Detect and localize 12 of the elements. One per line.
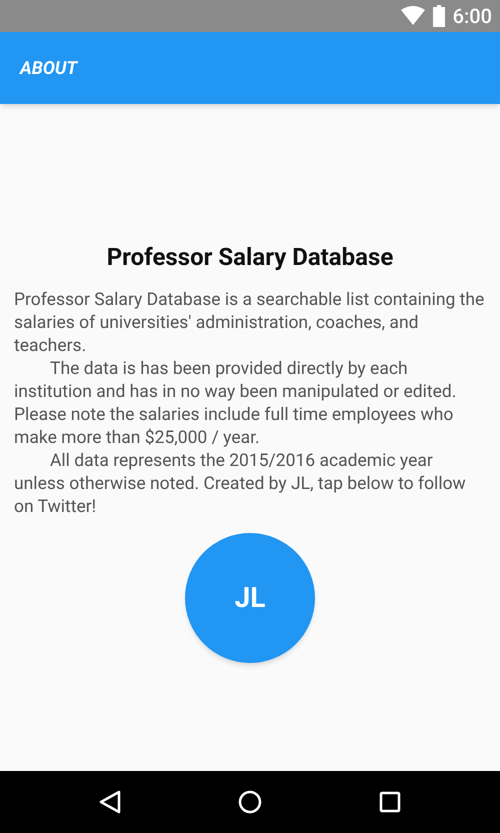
description-paragraph: All data represents the 2015/2016 academic year unless otherwise noted. Created by JL, tap below to follow on Twitter!	[14, 450, 467, 519]
page-heading: Professor Salary Database	[106, 242, 394, 273]
description-paragraph: Professor Salary Database is a searchable list containing the salaries of universities' administration, coaches, and teachers.	[14, 289, 486, 358]
home-icon[interactable]	[238, 790, 262, 814]
clock-time: 6:00	[452, 3, 492, 30]
battery-icon	[432, 5, 445, 27]
description-paragraph: The data is has been provided directly by each institution and has in no way been manipulated or edited. Please note the salaries include full time employees who make more than $25,000 / year.	[14, 358, 458, 450]
avatar-button[interactable]: JL	[185, 533, 315, 663]
wifi-icon	[400, 6, 425, 26]
back-icon[interactable]	[98, 790, 121, 814]
app-bar-title: ABOUT	[20, 56, 78, 80]
recents-icon[interactable]	[379, 791, 402, 813]
